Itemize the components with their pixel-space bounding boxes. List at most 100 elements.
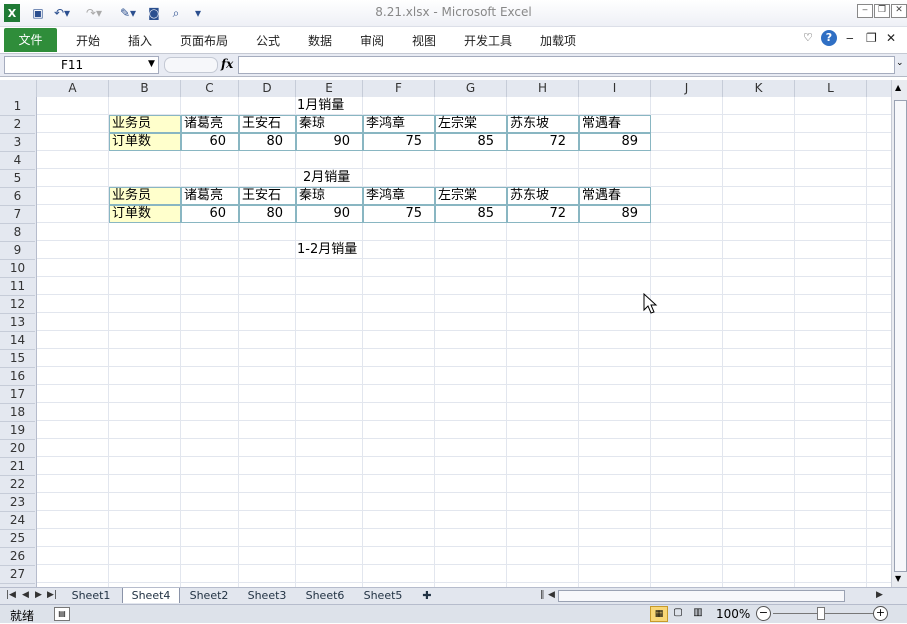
sheet-tab[interactable]: Sheet2 [182,588,236,603]
insert-function-icon[interactable]: fx [221,57,233,71]
tab-formulas[interactable]: 公式 [256,32,280,49]
tab-file[interactable]: 文件 [4,28,57,52]
scroll-up-icon[interactable]: ▲ [895,83,901,92]
row-header[interactable]: 6 [0,187,35,206]
prev-sheet-icon[interactable]: ◀ [22,590,29,600]
row-header[interactable]: 14 [0,331,35,350]
next-sheet-icon[interactable]: ▶ [35,590,42,600]
tab-review[interactable]: 审阅 [360,32,384,49]
row-header[interactable]: 27 [0,565,35,584]
row-header[interactable]: 21 [0,457,35,476]
name-cell[interactable]: 常遇春 [579,187,651,205]
row-header[interactable]: 12 [0,295,35,314]
row-header[interactable]: 10 [0,259,35,278]
row-header[interactable]: 7 [0,205,35,224]
row-header[interactable]: 5 [0,169,35,188]
zoom-slider-knob[interactable] [817,607,825,620]
cell-grid[interactable]: 1月销量 业务员 订单数 诸葛亮 王安石 秦琼 李鸿章 左宗棠 苏东坡 常遇春 60 80 90… [37,97,891,587]
select-all-corner[interactable] [0,80,37,97]
jan-count-cell[interactable]: 89 [579,133,651,151]
name-cell[interactable]: 李鸿章 [363,115,435,133]
sheet-tab-active[interactable]: Sheet4 [122,588,180,603]
column-header[interactable]: G [435,80,507,97]
name-box[interactable]: F11 ▼ [4,56,159,74]
name-cell[interactable]: 王安石 [239,115,296,133]
row-header[interactable]: 23 [0,493,35,512]
column-header[interactable]: K [723,80,795,97]
column-header[interactable]: F [363,80,435,97]
name-cell[interactable]: 李鸿章 [363,187,435,205]
count-label-cell[interactable]: 订单数 [109,205,181,223]
row-header[interactable]: 13 [0,313,35,332]
ribbon-restore-icon[interactable]: ❐ [866,31,877,45]
row-header[interactable]: 18 [0,403,35,422]
ribbon-minimize-icon[interactable]: ‒ [846,31,854,45]
horizontal-scroll-thumb[interactable] [558,590,845,602]
name-cell[interactable]: 诸葛亮 [181,187,239,205]
formula-expand-icon[interactable]: ⌄ [896,58,904,68]
scroll-down-icon[interactable]: ▼ [895,574,901,583]
name-cell[interactable]: 左宗棠 [435,115,507,133]
split-handle[interactable]: ‖ [540,590,545,600]
sheet-tab[interactable]: Sheet1 [64,588,118,603]
header-label-cell[interactable]: 业务员 [109,115,181,133]
scroll-left-icon[interactable]: ◀ [548,590,555,600]
sheet-tab[interactable]: Sheet6 [298,588,352,603]
close-icon[interactable]: ✕ [891,4,907,18]
column-header[interactable]: A [37,80,109,97]
row-header[interactable]: 1 [0,97,35,116]
jan-count-cell[interactable]: 85 [435,133,507,151]
feb-count-cell[interactable]: 90 [296,205,363,223]
name-box-dropdown-icon[interactable]: ▼ [148,59,155,69]
row-header[interactable]: 20 [0,439,35,458]
restore-icon[interactable]: ❐ [874,4,890,18]
sheet-tab[interactable]: Sheet3 [240,588,294,603]
feb-count-cell[interactable]: 75 [363,205,435,223]
column-header[interactable]: E [296,80,363,97]
tab-home[interactable]: 开始 [76,32,100,49]
vertical-scrollbar[interactable]: ▲ ▼ [891,80,907,587]
page-layout-view-icon[interactable]: ▢ [670,606,686,620]
zoom-in-icon[interactable]: + [873,606,888,621]
name-cell[interactable]: 王安石 [239,187,296,205]
tab-insert[interactable]: 插入 [128,32,152,49]
feb-count-cell[interactable]: 89 [579,205,651,223]
row-header[interactable]: 3 [0,133,35,152]
macro-record-icon[interactable]: ▤ [54,607,70,621]
row-header[interactable]: 24 [0,511,35,530]
normal-view-icon[interactable]: ▦ [650,606,668,622]
column-header[interactable]: D [239,80,296,97]
feb-count-cell[interactable]: 60 [181,205,239,223]
name-cell[interactable]: 常遇春 [579,115,651,133]
name-cell[interactable]: 秦琼 [296,115,363,133]
row-header[interactable]: 2 [0,115,35,134]
zoom-level[interactable]: 100% [716,607,750,621]
formula-bar-expand-handle[interactable] [164,57,218,73]
name-cell[interactable]: 左宗棠 [435,187,507,205]
column-header[interactable]: I [579,80,651,97]
column-header[interactable]: C [181,80,239,97]
row-header[interactable]: 4 [0,151,35,170]
row-header[interactable]: 15 [0,349,35,368]
column-header[interactable]: J [651,80,723,97]
name-cell[interactable]: 苏东坡 [507,115,579,133]
help-icon[interactable]: ? [821,30,837,46]
jan-count-cell[interactable]: 90 [296,133,363,151]
ribbon-close-icon[interactable]: ✕ [886,31,896,45]
column-header[interactable]: B [109,80,181,97]
tab-page-layout[interactable]: 页面布局 [180,32,228,49]
row-header[interactable]: 11 [0,277,35,296]
tab-developer[interactable]: 开发工具 [464,32,512,49]
row-header[interactable]: 22 [0,475,35,494]
vertical-scroll-thumb[interactable] [894,100,907,572]
count-label-cell[interactable]: 订单数 [109,133,181,151]
feb-count-cell[interactable]: 80 [239,205,296,223]
first-sheet-icon[interactable]: |◀ [6,590,16,600]
ribbon-collapse-icon[interactable]: ♡ [803,31,813,44]
jan-count-cell[interactable]: 60 [181,133,239,151]
tab-addins[interactable]: 加载项 [540,32,576,49]
jan-count-cell[interactable]: 80 [239,133,296,151]
name-cell[interactable]: 秦琼 [296,187,363,205]
jan-count-cell[interactable]: 72 [507,133,579,151]
last-sheet-icon[interactable]: ▶| [47,590,57,600]
